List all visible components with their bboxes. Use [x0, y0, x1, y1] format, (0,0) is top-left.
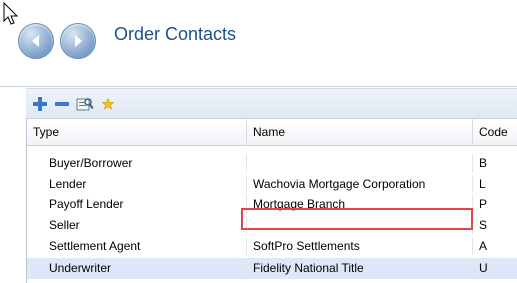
name-cell[interactable]: Fidelity National Title: [247, 258, 473, 279]
type-cell: Underwriter: [27, 258, 247, 279]
highlight-annotation-box: [241, 208, 473, 230]
add-icon[interactable]: [32, 96, 48, 112]
code-cell: L: [473, 175, 517, 193]
type-cell: Payoff Lender: [27, 195, 247, 213]
grid-header: Type Name Code: [27, 118, 517, 146]
type-cell: Settlement Agent: [27, 237, 247, 255]
back-button[interactable]: [18, 23, 54, 59]
table-row[interactable]: Buyer/Borrower B: [27, 154, 517, 172]
remove-icon[interactable]: [54, 96, 70, 112]
table-row-selected[interactable]: Underwriter Fidelity National Title U: [27, 258, 517, 279]
arrow-left-icon: [32, 35, 39, 47]
lookup-icon[interactable]: [76, 96, 94, 112]
contacts-grid: Type Name Code Buyer/Borrower B Lender W…: [26, 118, 517, 283]
table-row[interactable]: Settlement Agent SoftPro Settlements A: [27, 237, 517, 255]
code-cell: P: [473, 195, 517, 213]
column-header-name[interactable]: Name: [247, 119, 473, 145]
forward-button[interactable]: [60, 23, 96, 59]
name-cell[interactable]: [247, 154, 473, 172]
code-cell: B: [473, 154, 517, 172]
name-cell[interactable]: SoftPro Settlements: [247, 237, 473, 255]
type-cell: Seller: [27, 216, 247, 234]
name-cell[interactable]: Wachovia Mortgage Corporation: [247, 175, 473, 193]
page-title: Order Contacts: [114, 24, 237, 44]
column-header-code[interactable]: Code: [473, 119, 517, 145]
code-cell: U: [473, 258, 517, 279]
type-cell: Buyer/Borrower: [27, 154, 247, 172]
table-row[interactable]: Lender Wachovia Mortgage Corporation L: [27, 175, 517, 193]
column-header-type[interactable]: Type: [27, 119, 247, 145]
mouse-cursor-icon: [3, 2, 19, 25]
code-cell: A: [473, 237, 517, 255]
type-cell: Lender: [27, 175, 247, 193]
code-cell: S: [473, 216, 517, 234]
favorite-star-icon[interactable]: [102, 98, 114, 110]
grid-toolbar: [26, 88, 517, 119]
header-bar: Order Contacts: [0, 0, 517, 87]
arrow-right-icon: [75, 35, 82, 47]
